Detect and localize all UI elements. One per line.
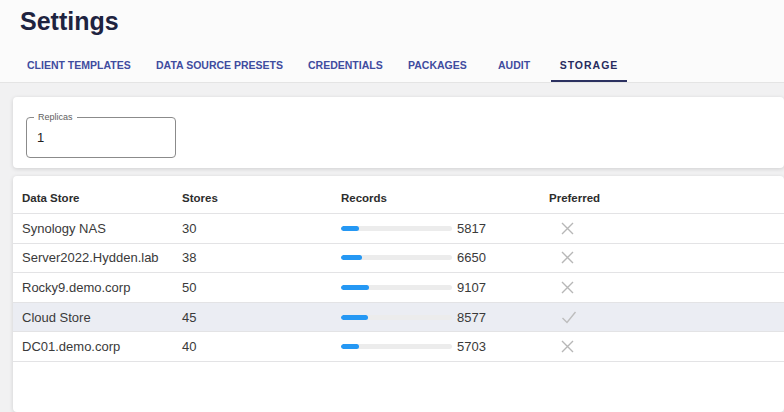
preferred-cell [549,251,784,264]
records-cell: 5703 [341,339,549,354]
preferred-cell [549,222,784,235]
tab-credentials[interactable]: CREDENTIALS [296,59,395,82]
data-store-cell: Cloud Store [22,310,182,325]
records-value: 6650 [457,250,486,265]
table-row[interactable]: Cloud Store45 8577 [13,303,784,333]
content-area: Replicas Data Store Stores Records Prefe… [0,83,784,412]
preferred-status [561,311,577,324]
records-progress-track [341,226,452,231]
replicas-field-label: Replicas [34,112,77,123]
records-value: 5817 [457,221,486,236]
preferred-cell [549,340,784,353]
col-header-stores: Stores [182,192,341,204]
data-store-cell: DC01.demo.corp [22,339,182,354]
check-icon [561,311,577,324]
preferred-cell [549,311,784,324]
table-row[interactable]: Server2022.Hydden.lab38 6650 [13,244,784,274]
tab-packages[interactable]: PACKAGES [396,59,479,82]
records-value: 9107 [457,280,486,295]
replicas-field: Replicas [26,117,176,158]
cross-icon [561,340,574,353]
cross-icon [561,281,574,294]
page-header: Settings CLIENT TEMPLATES DATA SOURCE PR… [0,0,784,83]
col-header-records: Records [341,192,549,204]
cross-icon [561,222,574,235]
records-progress-track [341,315,452,320]
table-header-row: Data Store Stores Records Preferred [13,176,784,214]
records-progress-fill [341,226,359,231]
stores-cell: 30 [182,221,341,236]
data-store-cell: Rocky9.demo.corp [22,280,182,295]
records-progress-fill [341,255,362,260]
table-row[interactable]: DC01.demo.corp40 5703 [13,332,784,362]
cross-icon [561,251,574,264]
records-progress-track [341,285,452,290]
col-header-data-store: Data Store [22,192,182,204]
records-progress-fill [341,285,369,290]
records-progress-track [341,344,452,349]
preferred-cell [549,281,784,294]
preferred-status [561,340,574,353]
records-cell: 6650 [341,250,549,265]
records-progress-fill [341,315,368,320]
data-store-cell: Server2022.Hydden.lab [22,250,182,265]
preferred-status [561,281,574,294]
stores-cell: 50 [182,280,341,295]
data-store-cell: Synology NAS [22,221,182,236]
table-row[interactable]: Rocky9.demo.corp50 9107 [13,273,784,303]
records-value: 5703 [457,339,486,354]
settings-page: Settings CLIENT TEMPLATES DATA SOURCE PR… [0,0,784,412]
records-cell: 9107 [341,280,549,295]
records-progress-track [341,255,452,260]
col-header-preferred: Preferred [549,192,784,204]
tab-audit[interactable]: AUDIT [486,59,542,82]
tab-bar: CLIENT TEMPLATES DATA SOURCE PRESETS CRE… [0,52,784,82]
table-body: Synology NAS30 5817 Server2022.Hydden.lab3… [13,214,784,362]
tab-data-source-presets[interactable]: DATA SOURCE PRESETS [144,59,295,82]
records-cell: 5817 [341,221,549,236]
replicas-input[interactable] [26,117,176,158]
table-row[interactable]: Synology NAS30 5817 [13,214,784,244]
records-value: 8577 [457,310,486,325]
tab-client-templates[interactable]: CLIENT TEMPLATES [15,59,143,82]
page-title: Settings [20,7,119,36]
tab-storage[interactable]: STORAGE [551,59,627,82]
records-progress-fill [341,344,359,349]
stores-cell: 40 [182,339,341,354]
replicas-card: Replicas [13,97,784,168]
preferred-status [561,222,574,235]
stores-cell: 38 [182,250,341,265]
preferred-status [561,251,574,264]
data-store-table: Data Store Stores Records Preferred Syno… [13,176,784,412]
records-cell: 8577 [341,310,549,325]
stores-cell: 45 [182,310,341,325]
